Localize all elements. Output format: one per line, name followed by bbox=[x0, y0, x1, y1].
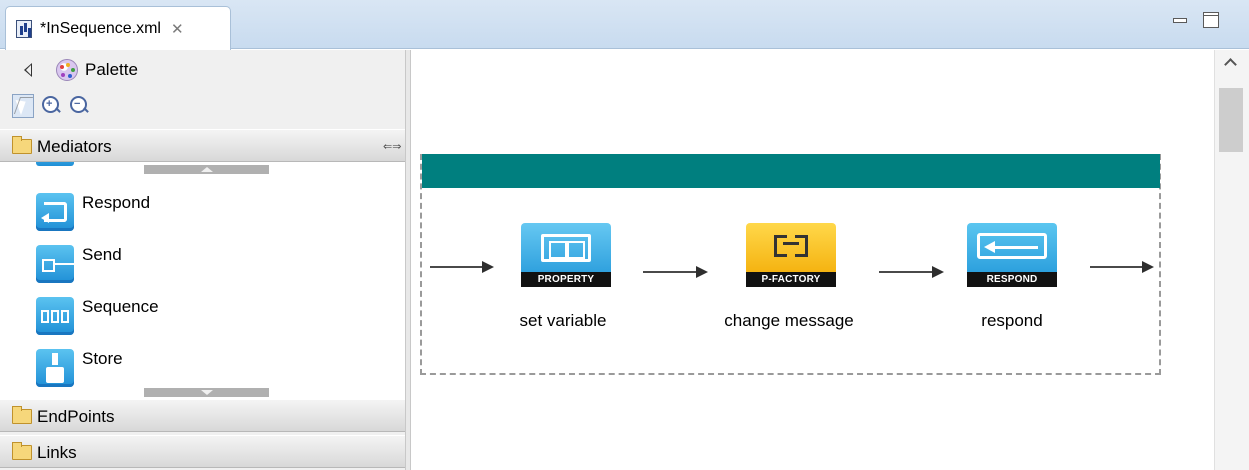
property-mediator-node[interactable]: PROPERTY bbox=[521, 223, 611, 287]
folder-icon bbox=[12, 442, 32, 460]
select-tool-icon[interactable] bbox=[12, 94, 34, 118]
respond-icon bbox=[977, 233, 1047, 259]
send-icon bbox=[36, 245, 74, 283]
node-badge: PROPERTY bbox=[521, 272, 611, 287]
node-caption: set variable bbox=[519, 311, 607, 330]
drawer-label: EndPoints bbox=[37, 407, 115, 426]
palette-item-label: Store bbox=[82, 349, 123, 368]
payload-factory-icon bbox=[774, 233, 808, 257]
node-badge: P-FACTORY bbox=[746, 272, 836, 287]
property-icon bbox=[541, 234, 591, 262]
palette-item-store[interactable]: Store bbox=[36, 349, 336, 393]
flow-arrow bbox=[643, 266, 708, 278]
palette-panel: Palette + − Mediators ⇐⇒ Respond Send Se… bbox=[0, 50, 405, 470]
drawer-mediators[interactable]: Mediators ⇐⇒ bbox=[0, 129, 405, 162]
editor-tab[interactable]: *InSequence.xml ✕ bbox=[5, 6, 231, 50]
flow-arrow bbox=[430, 261, 494, 273]
palette-item-sequence[interactable]: Sequence bbox=[36, 297, 336, 341]
node-badge: RESPOND bbox=[967, 272, 1057, 287]
close-icon[interactable]: ✕ bbox=[171, 20, 184, 38]
node-caption: change message bbox=[724, 311, 854, 330]
store-icon bbox=[36, 349, 74, 387]
file-icon bbox=[16, 19, 32, 38]
zoom-in-icon[interactable]: + bbox=[40, 94, 62, 118]
folder-icon bbox=[12, 136, 32, 154]
palette-item-respond[interactable]: Respond bbox=[36, 193, 336, 237]
tab-title: *InSequence.xml bbox=[40, 19, 161, 37]
zoom-out-icon[interactable]: − bbox=[68, 94, 90, 118]
palette-icon bbox=[56, 59, 78, 81]
payload-factory-node[interactable]: P-FACTORY bbox=[746, 223, 836, 287]
collapse-palette-icon[interactable] bbox=[24, 63, 32, 77]
mediator-list: Respond Send Sequence Store bbox=[0, 162, 405, 399]
drawer-endpoints[interactable]: EndPoints bbox=[0, 399, 405, 432]
sequence-icon bbox=[36, 297, 74, 335]
flow-arrow bbox=[879, 266, 944, 278]
palette-item-label: Sequence bbox=[82, 297, 159, 316]
partial-mediator-icon[interactable] bbox=[36, 162, 74, 166]
respond-icon bbox=[36, 193, 74, 231]
chevron-up-icon[interactable] bbox=[1225, 58, 1237, 68]
palette-title: Palette bbox=[85, 60, 138, 79]
palette-tools: + − bbox=[12, 94, 90, 120]
folder-icon bbox=[12, 406, 32, 424]
palette-header: Palette bbox=[0, 50, 405, 90]
maximize-button[interactable] bbox=[1203, 12, 1219, 28]
vertical-scrollbar[interactable] bbox=[1214, 50, 1249, 470]
scrollbar-thumb[interactable] bbox=[1219, 88, 1243, 152]
drawer-label: Links bbox=[37, 443, 77, 462]
palette-item-send[interactable]: Send bbox=[36, 245, 336, 289]
respond-mediator-node[interactable]: RESPOND bbox=[967, 223, 1057, 287]
drawer-links[interactable]: Links bbox=[0, 435, 405, 468]
editor-window: *InSequence.xml ✕ Palette + − Mediators … bbox=[0, 0, 1249, 470]
palette-item-label: Respond bbox=[82, 193, 151, 212]
pin-icon[interactable]: ⇐⇒ bbox=[383, 142, 401, 153]
node-caption: respond bbox=[981, 311, 1043, 330]
minimize-button[interactable] bbox=[1171, 12, 1187, 28]
flow-arrow bbox=[1090, 261, 1154, 273]
drawer-label: Mediators bbox=[37, 137, 112, 156]
scroll-up-button[interactable] bbox=[144, 165, 269, 174]
sequence-header-bar[interactable] bbox=[422, 154, 1160, 188]
editor-tab-bar: *InSequence.xml ✕ bbox=[0, 0, 1249, 50]
scroll-down-button[interactable] bbox=[144, 388, 269, 397]
palette-item-label: Send bbox=[82, 245, 122, 264]
